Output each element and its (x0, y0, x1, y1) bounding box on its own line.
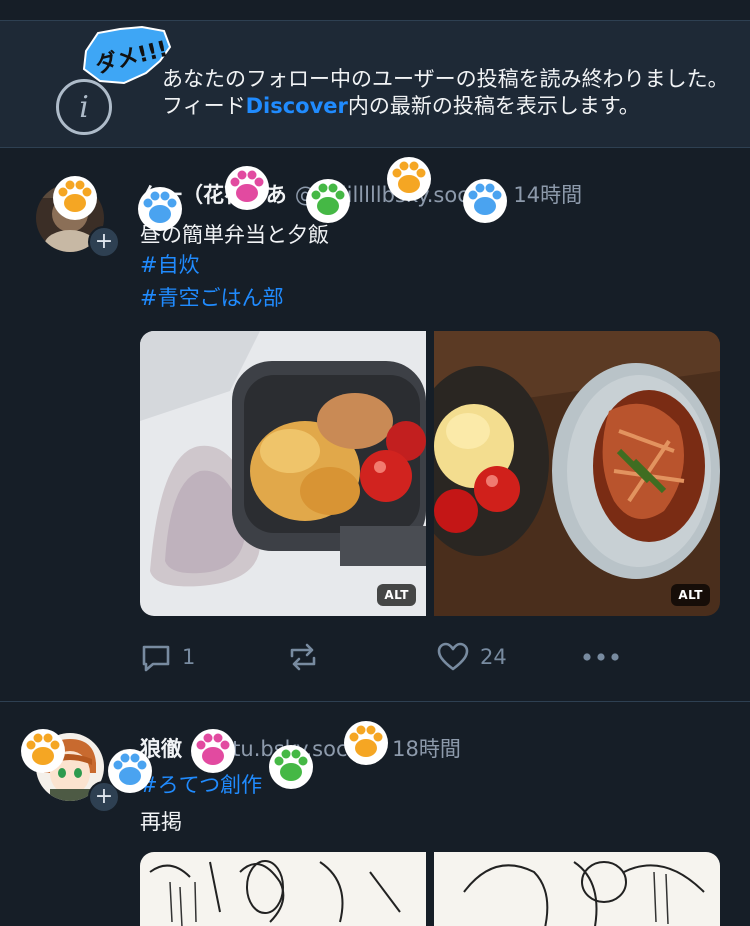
hashtag-link[interactable]: #青空ごはん部 (140, 282, 284, 312)
cat-paw-sticker-icon (306, 179, 350, 223)
banner-text-after: 内の最新の投稿を表示します。 (347, 94, 640, 118)
cat-paw-sticker-icon (387, 157, 431, 201)
cat-paw-sticker-icon (463, 179, 507, 223)
alt-badge[interactable]: ALT (377, 584, 416, 606)
post-time[interactable]: 18時間 (392, 737, 461, 761)
post-text: 再掲 (140, 810, 182, 834)
post-image[interactable] (140, 852, 426, 926)
cat-paw-sticker-icon (138, 187, 182, 231)
post-header: ん一（花花であ@hiiiilllllbsky.social · 14時間 (140, 179, 582, 209)
heart-icon (437, 642, 469, 671)
cat-paw-sticker-icon (108, 749, 152, 793)
top-strip (0, 0, 750, 20)
post-actions: 1 24 (140, 639, 720, 675)
hashtag-link[interactable]: #自炊 (140, 249, 200, 279)
more-options-button[interactable] (582, 639, 630, 675)
ellipsis-icon (583, 653, 619, 661)
speech-bubble-icon (142, 645, 170, 672)
cat-paw-sticker-icon (269, 745, 313, 789)
cat-paw-sticker-icon (344, 721, 388, 765)
post-image[interactable]: ALT (140, 331, 426, 616)
dame-sticker: ダメ!!! (82, 25, 172, 85)
repost-button[interactable] (286, 639, 330, 675)
reply-count: 1 (182, 645, 196, 669)
discover-link[interactable]: Discover (246, 94, 348, 118)
feed-end-banner: i ダメ!!! あなたのフォロー中のユーザーの投稿を読み終わりました。フィードD… (0, 20, 750, 148)
cat-paw-sticker-icon (21, 729, 65, 773)
post-image[interactable] (434, 852, 720, 926)
info-icon: i (56, 79, 112, 135)
alt-badge[interactable]: ALT (671, 584, 710, 606)
cat-paw-sticker-icon (191, 729, 235, 773)
cat-paw-sticker-icon (53, 176, 97, 220)
follow-add-button[interactable]: + (88, 226, 120, 258)
post-card[interactable]: + ん一（花花であ@hiiiilllllbsky.social · 14時間 昼… (0, 149, 750, 702)
like-button[interactable]: 24 (436, 639, 507, 675)
post-image[interactable]: ALT (434, 331, 720, 616)
reply-button[interactable]: 1 (140, 639, 195, 675)
like-count: 24 (480, 645, 507, 669)
post-time[interactable]: 14時間 (513, 183, 582, 207)
banner-message: あなたのフォロー中のユーザーの投稿を読み終わりました。フィードDiscover内… (162, 66, 732, 120)
repost-arrows-icon (290, 643, 316, 671)
cat-paw-sticker-icon (225, 166, 269, 210)
